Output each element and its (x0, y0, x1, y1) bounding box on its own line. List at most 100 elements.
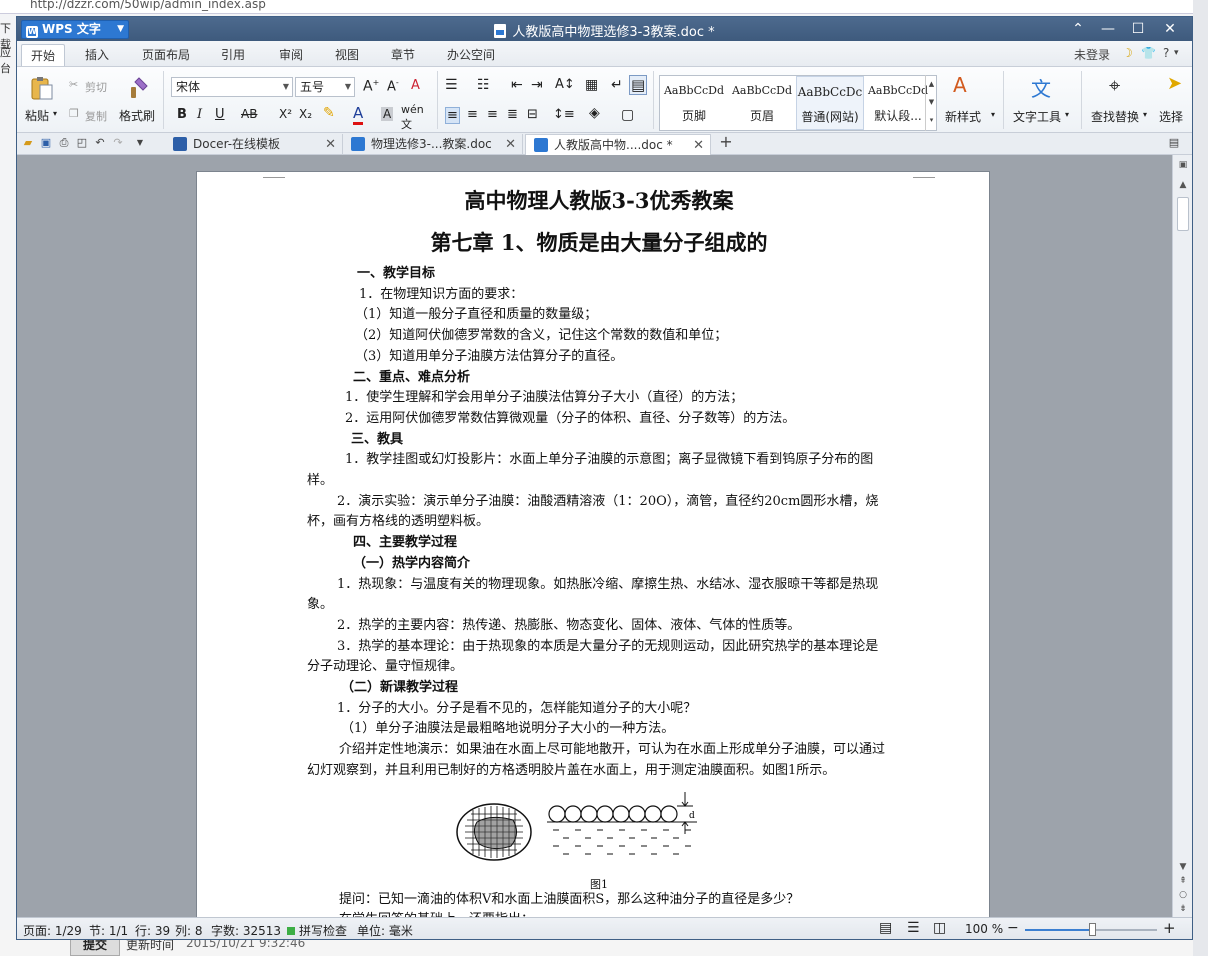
login-status[interactable]: 未登录 (1074, 46, 1110, 63)
text-direction-icon[interactable]: A↕ (555, 77, 575, 92)
tab-doc-active[interactable]: 人教版高中物....doc * ✕ (525, 134, 711, 155)
page-view-icon[interactable]: ▤ (879, 920, 892, 936)
outline-view-icon[interactable]: ☰ (907, 920, 920, 936)
close-icon[interactable]: ✕ (325, 134, 336, 155)
status-unit[interactable]: 单位: 毫米 (357, 922, 413, 939)
italic-icon[interactable]: I (197, 107, 202, 122)
find-replace-button[interactable]: 查找替换 (1091, 108, 1139, 125)
copy-button[interactable]: 复制 (85, 108, 107, 124)
spell-check-toggle[interactable]: 拼写检查 (287, 922, 347, 939)
tshirt-icon[interactable]: 👕 (1141, 46, 1156, 60)
align-center-icon[interactable]: ≡ (467, 107, 478, 122)
cut-button[interactable]: 剪切 (85, 79, 107, 95)
bullet-list-icon[interactable]: ☰ (445, 77, 458, 93)
shrink-font-icon[interactable]: A- (387, 78, 399, 94)
chevron-down-icon[interactable]: ▾ (1065, 110, 1069, 119)
scroll-down-icon[interactable]: ▼ (1177, 861, 1189, 873)
fill-color-icon[interactable]: ◈ (589, 105, 600, 121)
table-icon[interactable]: ▦ (585, 77, 598, 93)
align-right-icon[interactable]: ≡ (487, 107, 498, 122)
line-spacing-icon[interactable]: ↕≡ (553, 107, 575, 122)
select-icon[interactable]: ➤ (1167, 73, 1182, 94)
maximize-button[interactable]: ☐ (1123, 19, 1153, 39)
binoculars-icon[interactable]: ⌖ (1109, 73, 1120, 97)
vertical-scrollbar[interactable]: ▣ ▲ ▼ ⇞ ○ ⇟ (1172, 155, 1192, 917)
new-tab-icon[interactable]: + (719, 134, 733, 150)
tab-office-space[interactable]: 办公空间 (441, 44, 501, 66)
numbered-list-icon[interactable]: ☷ (477, 77, 490, 93)
show-marks-icon[interactable]: ▤ (629, 75, 648, 95)
skin-icon[interactable]: ☽ (1122, 46, 1133, 60)
chevron-down-icon[interactable]: ▾ (1143, 110, 1147, 119)
paragraph-mark-icon[interactable]: ↵ (611, 77, 623, 93)
select-button[interactable]: 选择 (1159, 108, 1183, 125)
bold-icon[interactable]: B (177, 107, 187, 122)
prev-page-icon[interactable]: ⇞ (1177, 875, 1189, 887)
tab-chapter[interactable]: 章节 (381, 44, 425, 66)
tab-view[interactable]: 视图 (325, 44, 369, 66)
print-preview-icon[interactable]: ◰ (75, 136, 89, 150)
style-default-paragraph[interactable]: AaBbCcDd 默认段... (864, 76, 932, 130)
chevron-down-icon[interactable]: ▾ (991, 110, 995, 119)
text-tools-icon[interactable]: 文 (1031, 73, 1051, 102)
help-button[interactable]: ? (1163, 46, 1169, 60)
undo-icon[interactable]: ↶ (93, 136, 107, 150)
zoom-in-icon[interactable]: + (1163, 919, 1176, 937)
document-page[interactable]: 高中物理人教版3-3优秀教案 第七章 1、物质是由大量分子组成的 一、教学目标 1… (196, 171, 990, 931)
char-shading-icon[interactable]: A (381, 107, 394, 121)
border-icon[interactable]: ▢ (621, 107, 634, 123)
zoom-slider-thumb[interactable] (1089, 923, 1096, 936)
scroll-top-icon[interactable]: ▣ (1177, 159, 1189, 171)
new-style-icon[interactable]: A (953, 73, 967, 97)
style-header[interactable]: AaBbCcDd 页眉 (728, 76, 796, 130)
scroll-up-icon[interactable]: ▲ (1177, 179, 1189, 191)
paste-icon[interactable] (29, 75, 55, 101)
phonetic-guide-icon[interactable]: wén 文 (401, 103, 424, 132)
web-view-icon[interactable]: ◫ (933, 920, 946, 936)
text-tools-button[interactable]: 文字工具 (1013, 108, 1061, 125)
open-folder-icon[interactable]: ▰ (21, 136, 35, 150)
tab-list-icon[interactable]: ▤ (1167, 136, 1181, 150)
decrease-indent-icon[interactable]: ⇤ (511, 77, 523, 93)
font-size-select[interactable]: 五号 ▼ (295, 77, 355, 97)
chevron-down-icon[interactable]: ▾ (53, 109, 57, 118)
tab-review[interactable]: 审阅 (269, 44, 313, 66)
save-icon[interactable]: ▣ (39, 136, 53, 150)
collapse-ribbon-button[interactable]: ⌃ (1063, 19, 1093, 39)
strikethrough-icon[interactable]: AB (241, 107, 257, 121)
tab-insert[interactable]: 插入 (75, 44, 119, 66)
format-painter-button[interactable]: 格式刷 (119, 107, 155, 124)
scrollbar-thumb[interactable] (1177, 197, 1189, 231)
new-style-button[interactable]: 新样式 (945, 108, 981, 125)
align-left-icon[interactable]: ≡ (445, 107, 460, 124)
customize-quick-access-icon[interactable]: ▼ (133, 136, 147, 150)
tab-references[interactable]: 引用 (211, 44, 255, 66)
style-footer[interactable]: AaBbCcDd 页脚 (660, 76, 728, 130)
clear-format-icon[interactable]: A (411, 78, 420, 93)
tab-doc-physics-elective[interactable]: 物理选修3-...教案.doc ✕ (343, 134, 523, 155)
next-page-icon[interactable]: ⇟ (1177, 903, 1189, 915)
format-painter-icon[interactable] (125, 75, 151, 101)
increase-indent-icon[interactable]: ⇥ (531, 77, 543, 93)
tab-home[interactable]: 开始 (21, 44, 65, 66)
distribute-icon[interactable]: ⊟ (527, 107, 538, 122)
select-browse-icon[interactable]: ○ (1177, 889, 1189, 901)
subscript-icon[interactable]: X₂ (299, 107, 312, 121)
close-icon[interactable]: ✕ (505, 134, 516, 155)
style-gallery-scroll[interactable]: ▲ ▼ ▾ (925, 75, 937, 131)
status-word-count[interactable]: 字数: 32513 (211, 922, 281, 939)
zoom-level[interactable]: 100 % (965, 922, 1003, 936)
grow-font-icon[interactable]: A+ (363, 78, 379, 95)
font-color-icon[interactable]: A (353, 104, 364, 125)
tab-page-layout[interactable]: 页面布局 (131, 44, 201, 66)
highlight-icon[interactable]: ✎ (323, 105, 335, 121)
minimize-button[interactable]: — (1093, 19, 1123, 39)
redo-icon[interactable]: ↷ (111, 136, 125, 150)
font-name-select[interactable]: 宋体 ▼ (171, 77, 293, 97)
close-icon[interactable]: ✕ (693, 135, 704, 156)
status-page[interactable]: 页面: 1/29 (23, 922, 82, 939)
cut-icon[interactable]: ✂ (69, 78, 78, 91)
zoom-out-icon[interactable]: − (1007, 920, 1019, 936)
copy-icon[interactable]: ❐ (69, 107, 79, 120)
style-normal-web[interactable]: AaBbCcDc 普通(网站) (796, 76, 864, 130)
